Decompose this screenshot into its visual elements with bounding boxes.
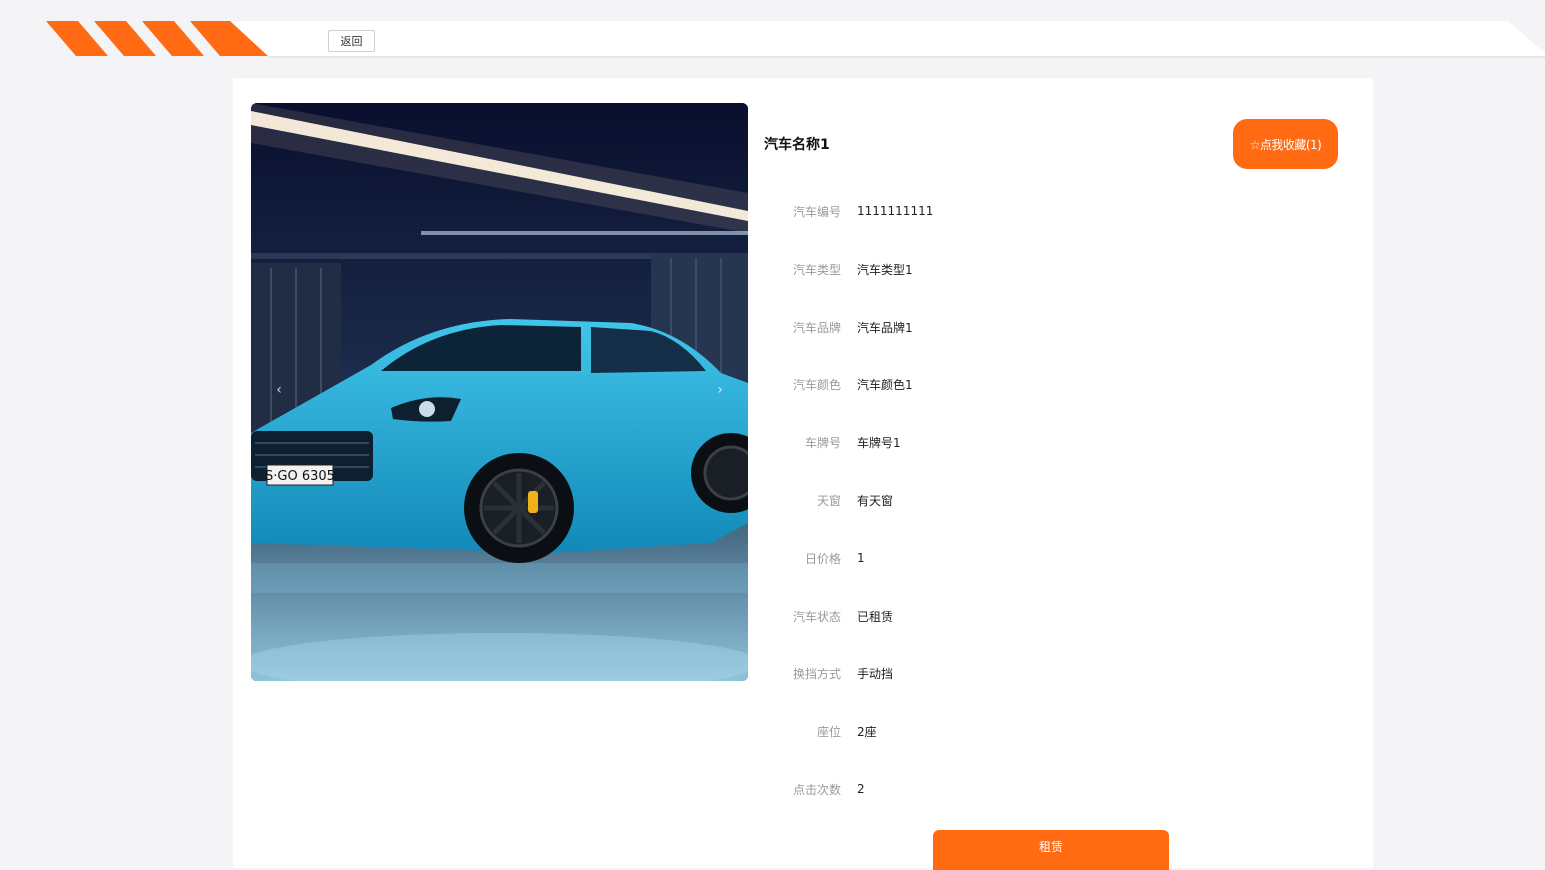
detail-row-status: 汽车状态 已租赁 [764,606,1324,626]
carousel-prev-icon[interactable]: ‹ [268,379,290,401]
detail-value: 汽车类型1 [857,262,913,277]
detail-value: 已租赁 [857,609,894,624]
detail-label: 汽车编号 [792,204,841,219]
top-bar: 返回 [0,0,1545,62]
detail-row-plate: 车牌号 车牌号1 [764,432,1324,452]
rent-button[interactable]: 租赁 [933,830,1169,870]
detail-row-type: 汽车类型 汽车类型1 [764,259,1324,279]
detail-row-brand: 汽车品牌 汽车品牌1 [764,317,1324,337]
detail-value: 1 [857,551,865,565]
detail-value: 2 [857,782,865,796]
back-button[interactable]: 返回 [328,30,375,52]
detail-value: 1111111111 [857,204,934,218]
detail-label: 日价格 [804,551,841,566]
detail-value: 汽车颜色1 [857,377,913,392]
plate-text: S·GO 6305 [265,469,335,484]
detail-label: 车牌号 [804,435,841,450]
car-photo: S·GO 6305 [251,103,748,681]
detail-row-transmission: 换挡方式 手动挡 [764,663,1324,683]
detail-label: 汽车类型 [792,262,841,277]
car-image-carousel[interactable]: S·GO 6305 ‹ › [251,103,748,681]
detail-row-sunroof: 天窗 有天窗 [764,490,1324,510]
favorite-button[interactable]: ☆点我收藏(1) [1233,119,1338,169]
car-name-title: 汽车名称1 [764,137,830,153]
detail-value: 2座 [857,724,877,739]
detail-label: 点击次数 [792,782,841,797]
detail-label: 座位 [816,724,841,739]
detail-label: 换挡方式 [792,666,841,681]
detail-value: 汽车品牌1 [857,320,913,335]
top-bar-background [0,0,1545,62]
detail-value: 车牌号1 [857,435,901,450]
detail-row-clicks: 点击次数 2 [764,779,1324,799]
detail-value: 手动挡 [857,666,894,681]
car-detail-card: S·GO 6305 ‹ › 汽车名称1 ☆点我收藏(1) 汽车编号 111111… [233,78,1373,870]
detail-row-number: 汽车编号 1111111111 [764,201,1324,221]
detail-row-seats: 座位 2座 [764,721,1324,741]
detail-label: 天窗 [816,493,841,508]
detail-label: 汽车状态 [792,609,841,624]
carousel-next-icon[interactable]: › [709,379,731,401]
detail-row-color: 汽车颜色 汽车颜色1 [764,374,1324,394]
detail-value: 有天窗 [857,493,894,508]
detail-label: 汽车品牌 [792,320,841,335]
detail-label: 汽车颜色 [792,377,841,392]
detail-row-daily-price: 日价格 1 [764,548,1324,568]
